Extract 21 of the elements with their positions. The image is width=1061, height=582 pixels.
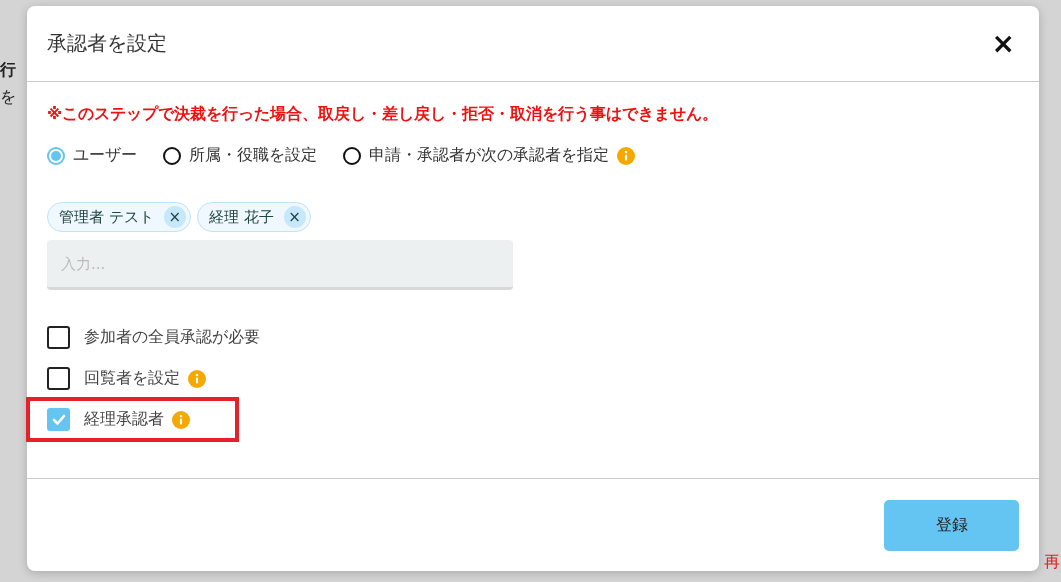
checkbox[interactable]	[47, 326, 70, 349]
checkbox-label: 経理承認者	[84, 409, 164, 430]
background-text: 再	[1044, 552, 1060, 573]
radio-option[interactable]: ユーザー	[47, 145, 137, 166]
warning-text: ※このステップで決裁を行った場合、取戻し・差し戻し・拒否・取消を行う事はできません。	[47, 104, 720, 125]
checkbox[interactable]	[47, 408, 70, 431]
checkmark-icon	[51, 413, 66, 426]
remove-button[interactable]: ×	[283, 206, 306, 228]
remove-button[interactable]: ×	[163, 206, 186, 228]
checkbox[interactable]	[47, 367, 70, 390]
chip-label: 経理 花子	[208, 207, 274, 227]
close-button[interactable]: ×	[987, 29, 1019, 58]
radio-option[interactable]: 申請・承認者が次の承認者を指定	[343, 145, 609, 166]
dialog-title: 承認者を設定	[47, 30, 167, 57]
chip-label: 管理者 テスト	[59, 207, 154, 227]
radio-option[interactable]: 所属・役職を設定	[163, 145, 317, 166]
checkbox-label: 参加者の全員承認が必要	[84, 327, 260, 348]
background-text: を	[0, 87, 16, 108]
background-text: 行	[0, 60, 16, 81]
checkbox-label: 回覧者を設定	[84, 368, 180, 389]
register-button[interactable]: 登録	[884, 499, 1019, 551]
